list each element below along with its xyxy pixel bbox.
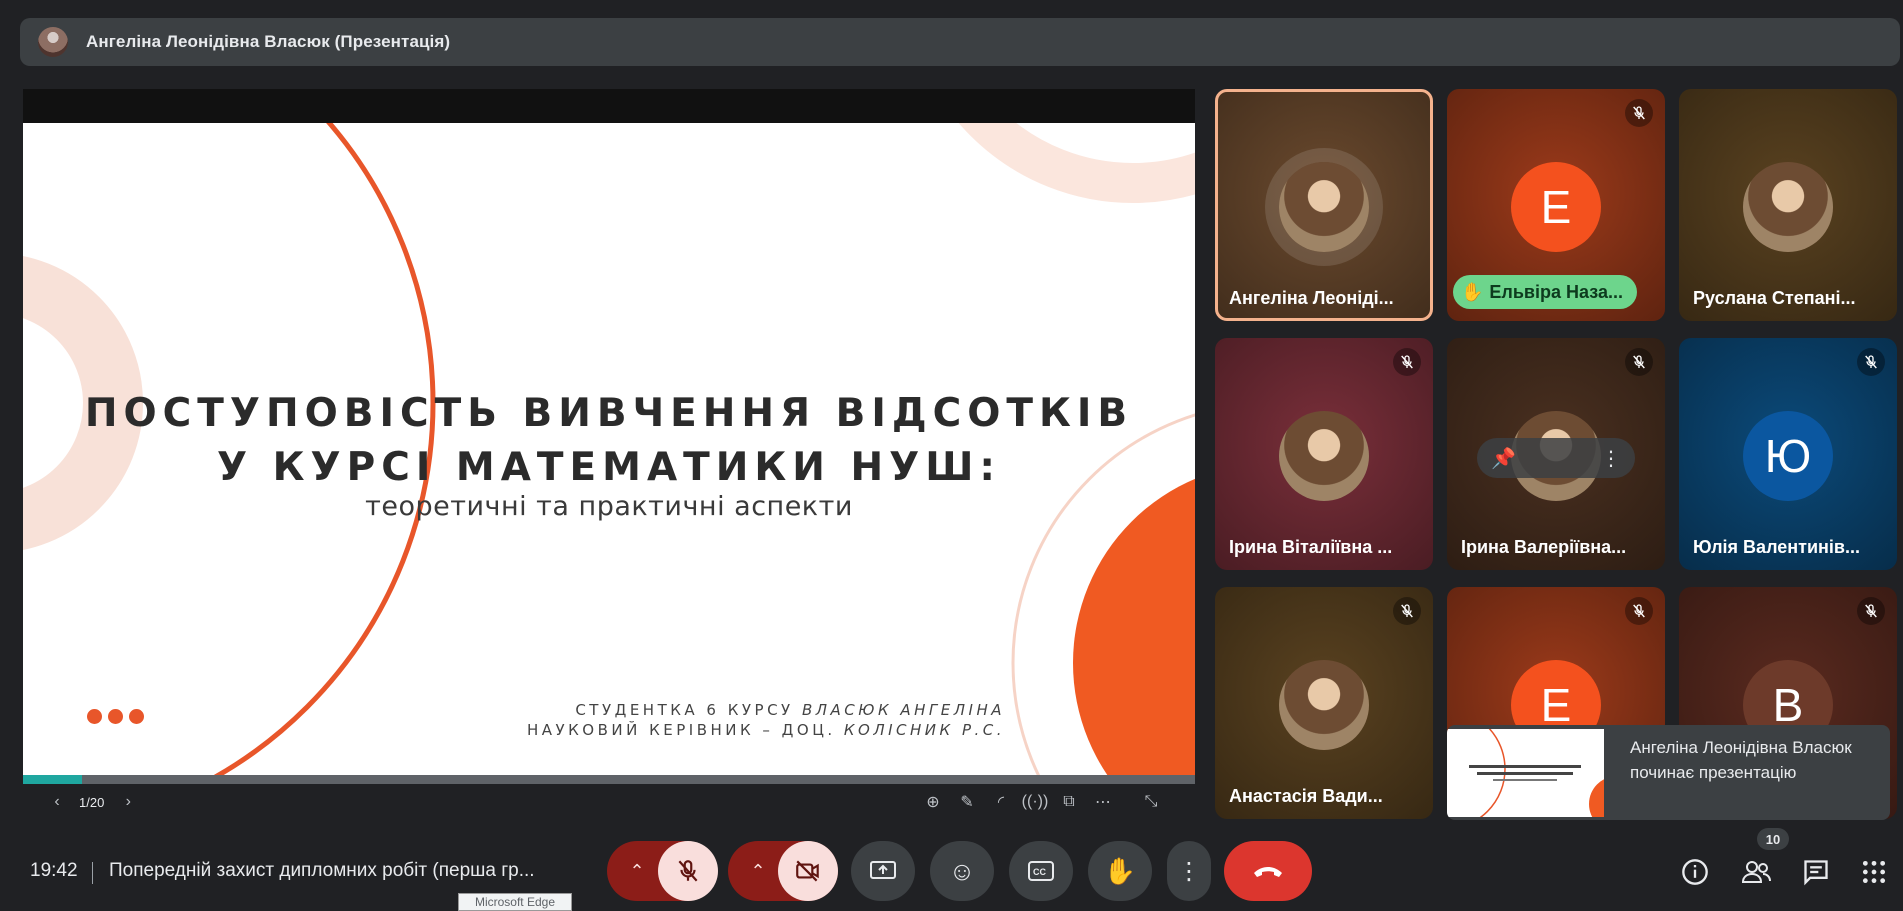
camera-options-button[interactable]: ⌃ — [733, 841, 783, 901]
participant-tile[interactable]: Ірина Валеріївна... 📌 ⋮ — [1447, 338, 1665, 570]
raise-hand-icon: ✋ — [1103, 855, 1137, 886]
divider — [92, 862, 93, 884]
raised-hand-badge: ✋ Ельвіра Наза... — [1453, 275, 1637, 309]
advisor-label: НАУКОВИЙ КЕРІВНИК – ДОЦ. — [526, 721, 844, 739]
apps-icon — [1862, 860, 1886, 884]
mic-off-icon — [678, 860, 698, 882]
presentation-toast[interactable]: Ангеліна Леонідівна Власюк починає презе… — [1447, 725, 1890, 820]
broadcast-icon[interactable]: ((·)) — [1021, 788, 1049, 816]
end-call-icon — [1254, 867, 1282, 877]
participant-tile[interactable]: Е ✋ Ельвіра Наза... — [1447, 89, 1665, 321]
mic-options-button[interactable]: ⌃ — [612, 841, 662, 901]
participant-photo-avatar — [1743, 162, 1833, 252]
participant-name: Юлія Валентинів... — [1693, 537, 1860, 557]
tile-hover-controls[interactable]: 📌 ⋮ — [1477, 438, 1635, 478]
student-name: ВЛАСЮК АНГЕЛІНА — [801, 701, 1005, 719]
leave-call-button[interactable] — [1224, 841, 1312, 901]
captions-button[interactable]: CC — [1009, 841, 1073, 901]
participant-photo-avatar — [1279, 162, 1369, 252]
participant-tile[interactable]: Ангеліна Леоніді... — [1215, 89, 1433, 321]
slide-title-line1: ПОСТУПОВІСТЬ ВИВЧЕННЯ ВІДСОТКІВ — [84, 391, 1134, 436]
participant-tile[interactable]: Ю Юлія Валентинів... — [1679, 338, 1897, 570]
muted-mic-icon — [1625, 348, 1653, 376]
slide-credits: СТУДЕНТКА 6 КУРСУ ВЛАСЮК АНГЕЛІНА НАУКОВ… — [527, 700, 1005, 740]
raise-hand-button[interactable]: ✋ — [1088, 841, 1152, 901]
toast-message: Ангеліна Леонідівна Власюк починає презе… — [1630, 738, 1852, 782]
raise-hand-icon: ✋ — [1461, 281, 1484, 302]
emoji-icon: ☺ — [948, 855, 976, 886]
muted-mic-icon — [1857, 597, 1885, 625]
meeting-title[interactable]: Попередній захист дипломних робіт (перша… — [109, 860, 535, 882]
presenter-title: Ангеліна Леонідівна Власюк (Презентація) — [86, 32, 451, 51]
people-icon — [1741, 861, 1771, 883]
toast-slide-thumbnail — [1447, 725, 1645, 820]
chat-icon — [1804, 860, 1828, 886]
captions-icon: CC — [1028, 861, 1054, 881]
participant-initial-avatar: Ю — [1743, 411, 1833, 501]
more-options-button[interactable]: ⋮ — [1167, 841, 1211, 901]
presentation-view[interactable]: ПОСТУПОВІСТЬ ВИВЧЕННЯ ВІДСОТКІВ У КУРСІ … — [23, 89, 1195, 820]
slide-progress-bar — [23, 775, 1195, 784]
participant-name: Ірина Віталіївна ... — [1229, 537, 1393, 557]
muted-mic-icon — [1625, 597, 1653, 625]
chevron-up-icon: ⌃ — [750, 860, 766, 881]
presenter-avatar — [38, 27, 68, 57]
participant-name: Ангеліна Леоніді... — [1229, 288, 1394, 308]
zoom-icon[interactable]: ⊕ — [919, 788, 947, 816]
pin-icon[interactable]: 📌 — [1491, 446, 1516, 471]
slide: ПОСТУПОВІСТЬ ВИВЧЕННЯ ВІДСОТКІВ У КУРСІ … — [23, 123, 1195, 775]
taskbar-tooltip: Microsoft Edge — [458, 893, 572, 911]
muted-mic-icon — [1857, 348, 1885, 376]
chevron-up-icon: ⌃ — [629, 860, 645, 881]
mic-toggle-button[interactable] — [658, 841, 718, 901]
laser-icon[interactable]: ◜ — [987, 788, 1015, 816]
pip-icon[interactable]: ⧉ — [1055, 788, 1083, 816]
present-button[interactable] — [851, 841, 915, 901]
participant-tile[interactable]: Ірина Віталіївна ... — [1215, 338, 1433, 570]
muted-mic-icon — [1393, 348, 1421, 376]
muted-mic-icon — [1393, 597, 1421, 625]
slide-title-line2: У КУРСІ МАТЕМАТИКИ НУШ: — [217, 445, 1001, 490]
present-icon — [870, 861, 896, 879]
participant-tile[interactable]: Руслана Степані... — [1679, 89, 1897, 321]
student-label: СТУДЕНТКА 6 КУРСУ — [575, 701, 802, 719]
prev-slide-icon[interactable]: ‹ — [43, 788, 71, 816]
slide-dots — [87, 709, 150, 729]
info-icon — [1682, 859, 1708, 885]
pen-icon[interactable]: ✎ — [953, 788, 981, 816]
participant-tile[interactable]: Анастасія Вади... — [1215, 587, 1433, 819]
next-slide-icon[interactable]: › — [114, 788, 142, 816]
emoji-button[interactable]: ☺ — [930, 841, 994, 901]
advisor-name: КОЛІСНИК Р.С. — [843, 721, 1005, 739]
participant-name: Руслана Степані... — [1693, 288, 1856, 308]
muted-mic-icon — [1625, 99, 1653, 127]
participant-photo-avatar — [1279, 660, 1369, 750]
svg-text:CC: CC — [1033, 867, 1046, 877]
people-button[interactable] — [1741, 857, 1771, 887]
participants-count-badge: 10 — [1757, 828, 1789, 850]
participant-name: Анастасія Вади... — [1229, 786, 1383, 806]
camera-toggle-button[interactable] — [778, 841, 838, 901]
more-vert-icon: ⋮ — [1177, 857, 1201, 885]
page-indicator: 1/20 — [79, 794, 105, 810]
more-options-icon[interactable]: ⋯ — [1089, 788, 1117, 816]
participant-name: Ірина Валеріївна... — [1461, 537, 1627, 557]
presentation-controls: ‹ 1/20 › ⊕ ✎ ◜ ((·)) ⧉ ⋯ ⤡ — [23, 784, 1195, 820]
camera-off-icon — [796, 860, 819, 882]
participant-photo-avatar — [1279, 411, 1369, 501]
clock: 19:42 — [30, 860, 78, 881]
presenter-bar: Ангеліна Леонідівна Власюк (Презентація) — [20, 18, 1900, 66]
chat-button[interactable] — [1801, 857, 1831, 887]
participant-name: Ельвіра Наза... — [1489, 281, 1623, 302]
exit-fullscreen-icon[interactable]: ⤡ — [1137, 788, 1165, 816]
activities-button[interactable] — [1859, 857, 1889, 887]
more-vert-icon[interactable]: ⋮ — [1601, 446, 1621, 471]
slide-subtitle: теоретичні та практичні аспекти — [365, 491, 853, 522]
participant-initial-avatar: Е — [1511, 162, 1601, 252]
info-button[interactable] — [1680, 857, 1710, 887]
